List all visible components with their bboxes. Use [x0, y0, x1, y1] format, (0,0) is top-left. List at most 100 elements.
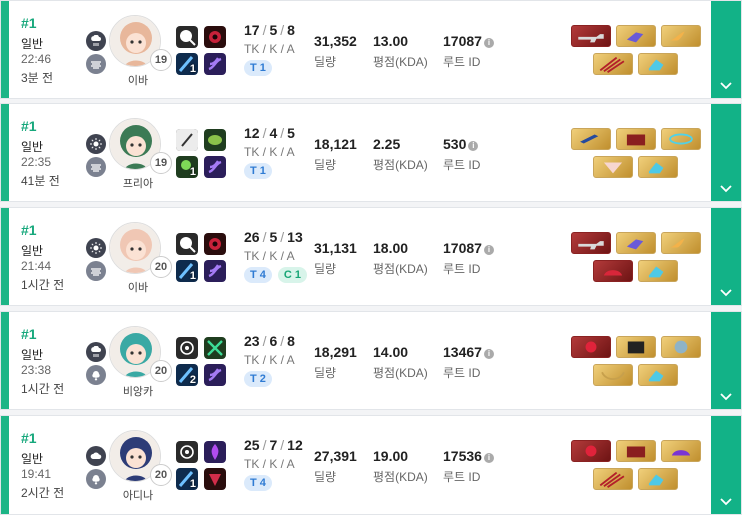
time-ago: 3분 전: [21, 71, 54, 85]
guitar-item-icon[interactable]: [571, 128, 611, 150]
purple-swirl-icon: [204, 260, 226, 282]
rain-cloud-icon: [86, 342, 106, 362]
tier-badge: C 1: [277, 267, 308, 283]
sun-icon: [86, 134, 106, 154]
damage-value: 31,352: [314, 33, 357, 49]
info-icon[interactable]: i: [483, 349, 494, 359]
arm-guard-icon[interactable]: [616, 232, 656, 254]
expand-button[interactable]: [711, 208, 741, 305]
skill-count: 1: [189, 63, 196, 75]
boots-icon[interactable]: [638, 53, 678, 75]
tier-badge: T 1: [244, 60, 272, 76]
claw-icon[interactable]: [593, 53, 633, 75]
match-card[interactable]: #1 일반 22:46 3분 전 19 이바 1 17/5/8 TK / K / AT 1 31,…: [0, 0, 742, 99]
expand-button[interactable]: [711, 104, 741, 201]
kda-separator: /: [262, 333, 267, 349]
armor-icon[interactable]: [616, 128, 656, 150]
kda-separator: /: [262, 229, 267, 245]
tier-badges: T 1: [244, 60, 272, 76]
info-icon[interactable]: i: [483, 453, 494, 463]
expand-button[interactable]: [711, 312, 741, 409]
tier-badges: T 4 C 1: [244, 267, 308, 283]
rank-label: #1: [21, 15, 37, 31]
boots-icon[interactable]: [638, 364, 678, 386]
result-stripe: [1, 416, 9, 514]
info-icon[interactable]: i: [483, 38, 494, 48]
armor-icon[interactable]: [616, 440, 656, 462]
route-id-value: 17087: [443, 33, 482, 49]
kda-assists: 8: [287, 333, 295, 349]
green-leaf-icon: [204, 129, 226, 151]
bracelet-icon[interactable]: [661, 128, 701, 150]
match-history-list: #1 일반 22:46 3분 전 19 이바 1 17/5/8 TK / K / AT 1 31,…: [0, 0, 742, 515]
match-card[interactable]: #1 일반 23:38 1시간 전 20 비앙카 2 23/6/8 TK / K / AT 21…: [0, 311, 742, 410]
expand-button[interactable]: [711, 416, 741, 514]
red-crest-icon: [204, 468, 226, 490]
boots-icon[interactable]: [638, 260, 678, 282]
route-id: 17087 i: [443, 240, 494, 256]
fan-icon[interactable]: [593, 156, 633, 178]
skill-count: 1: [189, 478, 196, 490]
necklace-icon[interactable]: [593, 364, 633, 386]
time-ago: 1시간 전: [21, 278, 65, 292]
expand-button[interactable]: [711, 1, 741, 98]
route-id-value: 530: [443, 136, 467, 152]
claw-icon[interactable]: [593, 468, 633, 490]
gun-icon[interactable]: [571, 232, 611, 254]
boots-icon[interactable]: [638, 156, 678, 178]
character-name: 이바: [127, 75, 149, 87]
kda-assists: 5: [287, 125, 295, 141]
kda-separator: /: [280, 333, 285, 349]
time-ago: 41분 전: [21, 174, 60, 188]
result-stripe: [1, 208, 9, 305]
result-stripe: [1, 312, 9, 409]
damage-label: 딜량: [314, 470, 337, 484]
kda-value: 17/5/8: [244, 22, 295, 38]
skill-count: 1: [189, 270, 196, 282]
route-id-label: 루트 ID: [443, 262, 481, 276]
rank-label: #1: [21, 326, 37, 342]
tier-badges: T 1: [244, 163, 272, 179]
damage-value: 31,131: [314, 240, 357, 256]
black-armor-icon[interactable]: [616, 336, 656, 358]
boots-icon[interactable]: [638, 468, 678, 490]
kda-label: TK / K / A: [244, 249, 295, 263]
tier-badge: T 1: [244, 163, 272, 179]
red-gem-icon[interactable]: [571, 440, 611, 462]
route-id-label: 루트 ID: [443, 158, 481, 172]
mode-label: 일반: [21, 348, 44, 362]
match-card[interactable]: #1 일반 22:35 41분 전 19 프리아 1 12/4/5 TK / K / AT 11…: [0, 103, 742, 202]
mode-label: 일반: [21, 244, 44, 258]
kda-label: TK / K / A: [244, 145, 295, 159]
match-time: 23:38: [21, 363, 52, 377]
score-value: 13.00: [373, 33, 409, 49]
info-icon[interactable]: i: [483, 245, 494, 255]
gun-icon[interactable]: [571, 25, 611, 47]
kda-label: TK / K / A: [244, 353, 295, 367]
helmet-icon[interactable]: [661, 336, 701, 358]
match-time: 21:44: [21, 259, 52, 273]
kda-kills: 6: [269, 333, 278, 349]
character-level: 20: [150, 360, 172, 382]
wing-hat-icon[interactable]: [661, 25, 701, 47]
sun-icon: [86, 238, 106, 258]
rank-label: #1: [21, 222, 37, 238]
tier-badges: T 4: [244, 475, 272, 491]
purple-swirl-icon: [204, 364, 226, 386]
jewel-hat-icon[interactable]: [661, 440, 701, 462]
info-icon[interactable]: i: [468, 141, 479, 151]
kda-kills: 4: [269, 125, 278, 141]
kda-separator: /: [262, 125, 267, 141]
red-gem-icon[interactable]: [571, 336, 611, 358]
time-ago: 2시간 전: [21, 486, 65, 500]
match-card[interactable]: #1 일반 19:41 2시간 전 20 아디나 1 25/7/12 TK / K / AT 4…: [0, 415, 742, 515]
arm-guard-icon[interactable]: [616, 25, 656, 47]
wing-hat-icon[interactable]: [661, 232, 701, 254]
match-card[interactable]: #1 일반 21:44 1시간 전 20 이바 1 26/5/13 TK / K / AT 4C…: [0, 207, 742, 306]
score-label: 평점(KDA): [373, 55, 428, 69]
fog-icon: [86, 261, 106, 281]
kda-team-kills: 12: [244, 125, 260, 141]
character-name: 아디나: [122, 490, 154, 502]
red-hat-icon[interactable]: [593, 260, 633, 282]
rain-cloud-icon: [86, 31, 106, 51]
